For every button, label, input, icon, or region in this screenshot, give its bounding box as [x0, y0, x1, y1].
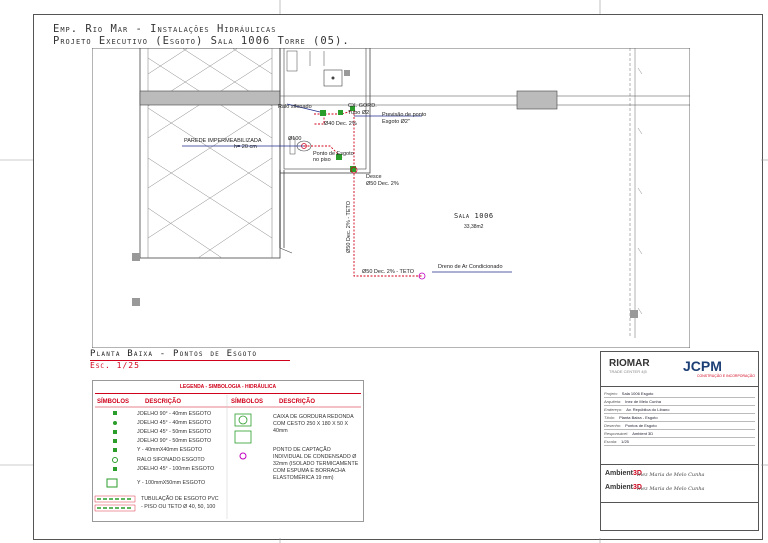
- tb-field: Arquiteta: Inez de Melo Cunha: [604, 398, 755, 406]
- legend-item: JOELHO 45° - 40mm ESGOTO: [137, 420, 212, 426]
- legend-item: JOELHO 90° - 40mm ESGOTO: [137, 411, 212, 417]
- label-ponto-2: no piso: [313, 157, 331, 163]
- label-d50a: Ø50 Dec. 2%: [366, 181, 399, 187]
- label-previsao-1: Previsão de ponto: [382, 112, 426, 118]
- title-block: RIOMAR TRADE CENTER 4|5 JCPM CONSTRUÇÃO …: [600, 351, 759, 531]
- legend-item: Y - 40mmX40mm ESGOTO: [137, 447, 203, 453]
- jcpm-logo: JCPM CONSTRUÇÃO E INCORPORAÇÃO: [683, 358, 755, 378]
- legend-right-item: PONTO DE CAPTAÇÃO INDIVIDUAL DE CONDENSA…: [273, 447, 359, 481]
- caption-title: Planta Baixa - Pontos de Esgoto: [90, 349, 258, 359]
- legend-item: JOELHO 90° - 50mm ESGOTO: [137, 438, 212, 444]
- legend-right-item: CAIXA DE GORDURA REDONDA COM CESTO 250 X…: [273, 414, 354, 434]
- label-ralo: Ralo sifonado: [278, 104, 312, 110]
- label-previsao-2: Esgoto Ø2": [382, 119, 410, 125]
- tb-field: Projeto: Sala 1006 Esgoto: [604, 390, 755, 398]
- tb-field: Responsável: Ambient 3D: [604, 430, 755, 438]
- legend-item: JOELHO 45° - 50mm ESGOTO: [137, 429, 212, 435]
- caption-scale: Esc. 1/25: [90, 361, 140, 370]
- tb-field: Escala: 1/25: [604, 438, 755, 446]
- room-area: 33,38m2: [464, 224, 484, 230]
- legend-pipe-desc-2: - PISO OU TETO Ø 40, 50, 100: [141, 504, 216, 510]
- floor-plan: Ralo sifonado CX. GORD. Tubo Ø2 Ø40 Dec.…: [92, 48, 690, 348]
- signature-1: Inez Maria de Melo Cunha: [637, 472, 705, 478]
- label-dreno: Dreno de Ar Condicionado: [438, 264, 503, 270]
- label-parede-2: h= 20 cm: [234, 144, 257, 150]
- tb-field: Título: Planta Baixa - Esgoto: [604, 414, 755, 422]
- legend-item: Y - 100mmX50mm ESGOTO: [137, 480, 206, 486]
- room-name: Sala 1006: [454, 212, 494, 220]
- legend-item: JOELHO 45° - 100mm ESGOTO: [137, 466, 215, 472]
- label-d50-vertical: Ø50 Dec. 2% - TETO: [346, 200, 352, 253]
- riomar-logo: RIOMAR TRADE CENTER 4|5: [609, 358, 650, 374]
- legend-box: LEGENDA - SIMBOLOGIA - HIDRÁULICA SÍMBOL…: [92, 380, 364, 522]
- tb-field: Endereço: Av. República do Líbano: [604, 406, 755, 414]
- label-d100: Ø100: [288, 136, 301, 142]
- tb-field: Desenho: Pontos de Esgoto: [604, 422, 755, 430]
- plan-caption: Planta Baixa - Pontos de Esgoto Esc. 1/2…: [90, 349, 290, 370]
- signature-2: Inez Maria de Melo Cunha: [637, 486, 705, 492]
- label-d50b: Ø50 Dec. 2% - TETO: [362, 269, 415, 275]
- label-cx-gordura: CX. GORD.: [348, 103, 377, 109]
- label-desce: Desce: [366, 174, 382, 180]
- legend-item: RALO SIFONADO ESGOTO: [137, 457, 205, 463]
- label-d40: Ø40 Dec. 2%: [324, 121, 357, 127]
- label-tubo: Tubo Ø2: [348, 110, 369, 116]
